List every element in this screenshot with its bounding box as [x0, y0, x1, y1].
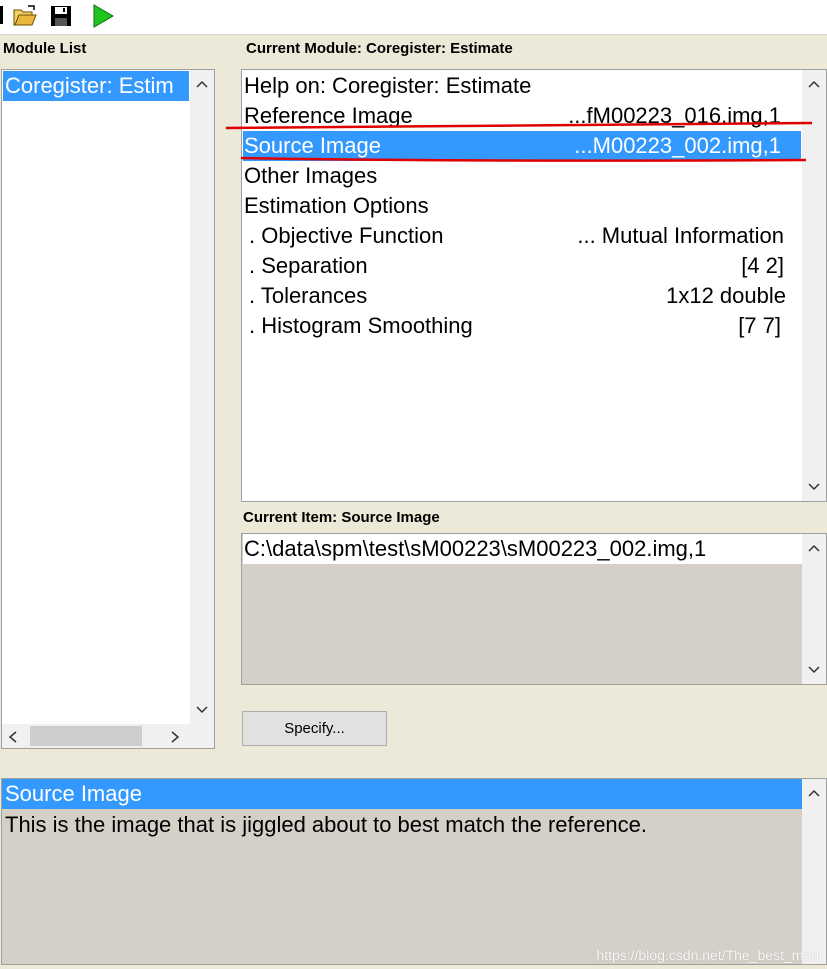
- other-images-row[interactable]: Other Images: [243, 161, 801, 191]
- current-item-value[interactable]: C:\data\spm\test\sM00223\sM00223_002.img…: [243, 534, 802, 564]
- current-module-label: Current Module: Coregister: Estimate: [246, 40, 513, 57]
- scroll-down-icon[interactable]: [190, 700, 214, 720]
- module-list-label: Module List: [3, 40, 87, 57]
- current-item-panel[interactable]: C:\data\spm\test\sM00223\sM00223_002.img…: [241, 533, 827, 685]
- toolbar: [0, 0, 827, 35]
- scroll-down-icon[interactable]: [802, 477, 826, 497]
- module-list-panel[interactable]: Coregister: Estim: [1, 69, 215, 749]
- hscroll-thumb[interactable]: [30, 726, 142, 746]
- run-icon[interactable]: [90, 3, 116, 29]
- scroll-up-icon[interactable]: [190, 74, 214, 94]
- open-folder-icon[interactable]: [12, 3, 38, 29]
- specify-button[interactable]: Specify...: [242, 711, 387, 746]
- objective-function-row[interactable]: . Objective Function ... Mutual Informat…: [243, 221, 801, 251]
- module-list-item[interactable]: Coregister: Estim: [3, 71, 189, 101]
- module-list-vscrollbar[interactable]: [190, 70, 214, 724]
- estimation-options-row[interactable]: Estimation Options: [243, 191, 801, 221]
- save-icon[interactable]: [48, 3, 74, 29]
- source-image-row[interactable]: Source Image ...M00223_002.img,1: [243, 131, 801, 161]
- current-module-vscrollbar[interactable]: [802, 70, 826, 501]
- scroll-up-icon[interactable]: [802, 538, 826, 558]
- current-item-vscrollbar[interactable]: [802, 534, 826, 684]
- reference-image-row[interactable]: Reference Image ...fM00223_016.img,1: [243, 101, 801, 131]
- scroll-down-icon[interactable]: [802, 660, 826, 680]
- scroll-right-icon[interactable]: [170, 730, 180, 748]
- current-module-panel[interactable]: Help on: Coregister: Estimate Reference …: [241, 69, 827, 502]
- help-title: Source Image: [2, 779, 802, 809]
- toolbar-separator: [0, 6, 3, 24]
- current-item-label: Current Item: Source Image: [243, 509, 440, 526]
- histogram-smoothing-row[interactable]: . Histogram Smoothing [7 7]: [243, 311, 801, 341]
- help-text: This is the image that is jiggled about …: [5, 812, 648, 837]
- separation-row[interactable]: . Separation [4 2]: [243, 251, 801, 281]
- help-row[interactable]: Help on: Coregister: Estimate: [243, 71, 801, 101]
- scroll-up-icon[interactable]: [802, 74, 826, 94]
- scroll-up-icon[interactable]: [802, 783, 826, 803]
- module-list-hscrollbar[interactable]: [2, 724, 214, 748]
- help-vscrollbar[interactable]: [802, 779, 826, 964]
- watermark: https://blog.csdn.net/The_best_man: [596, 947, 819, 963]
- scroll-left-icon[interactable]: [8, 730, 18, 748]
- tolerances-row[interactable]: . Tolerances 1x12 double: [243, 281, 801, 311]
- help-panel[interactable]: Source Image This is the image that is j…: [1, 778, 827, 965]
